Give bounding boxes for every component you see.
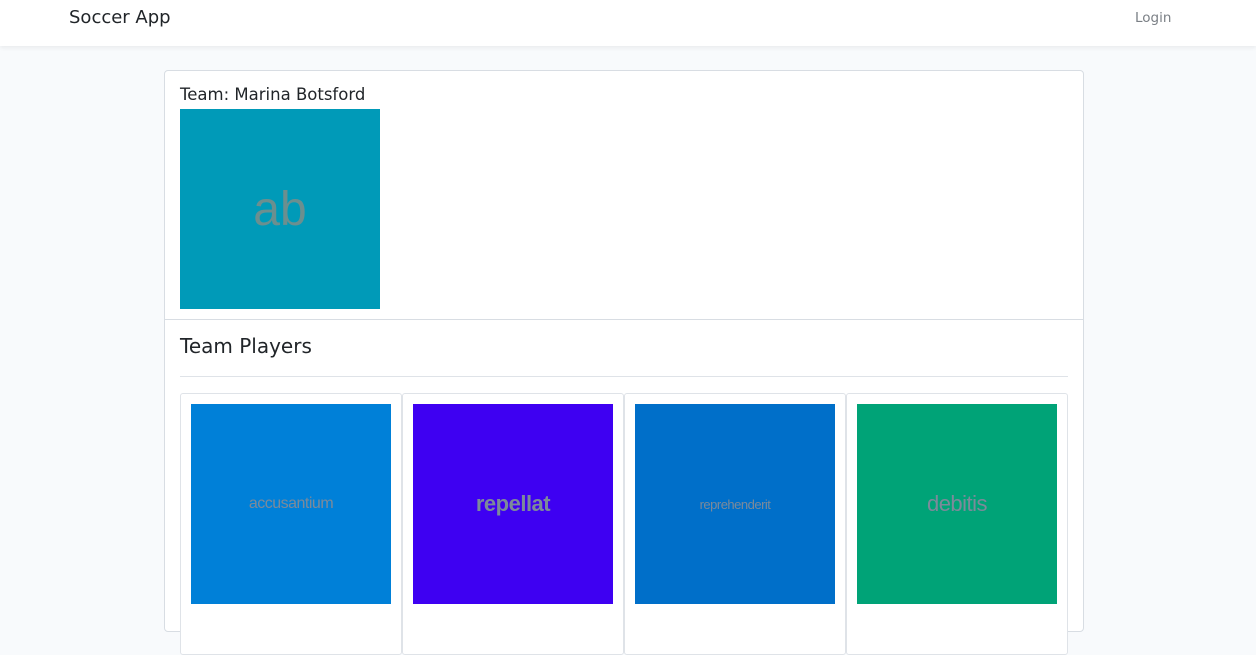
player-card[interactable]: accusantium [180,393,402,655]
player-image-text: reprehenderit [699,496,771,512]
player-image[interactable]: accusantium [191,404,391,604]
team-image-text: ab [253,182,307,236]
player-image-text: repellat [475,491,551,516]
team-card: Team: Marina Botsford ab Team Players ac… [164,70,1084,655]
team-image: ab [180,109,380,309]
player-image[interactable]: reprehenderit [635,404,835,604]
player-image-text: accusantium [248,495,334,512]
card-divider [165,319,1083,320]
player-card[interactable]: repellat [402,393,624,655]
login-link[interactable]: Login [1135,10,1171,26]
player-image[interactable]: repellat [413,404,613,604]
navbar: Soccer App Login [0,0,1256,46]
player-card[interactable]: reprehenderit [624,393,846,655]
player-image[interactable]: debitis [857,404,1057,604]
players-rule [180,376,1068,377]
player-image-text: debitis [926,491,988,516]
player-card[interactable]: debitis [846,393,1068,655]
team-title: Team: Marina Botsford [180,85,366,104]
brand-link[interactable]: Soccer App [69,7,171,28]
players-heading: Team Players [180,334,312,358]
